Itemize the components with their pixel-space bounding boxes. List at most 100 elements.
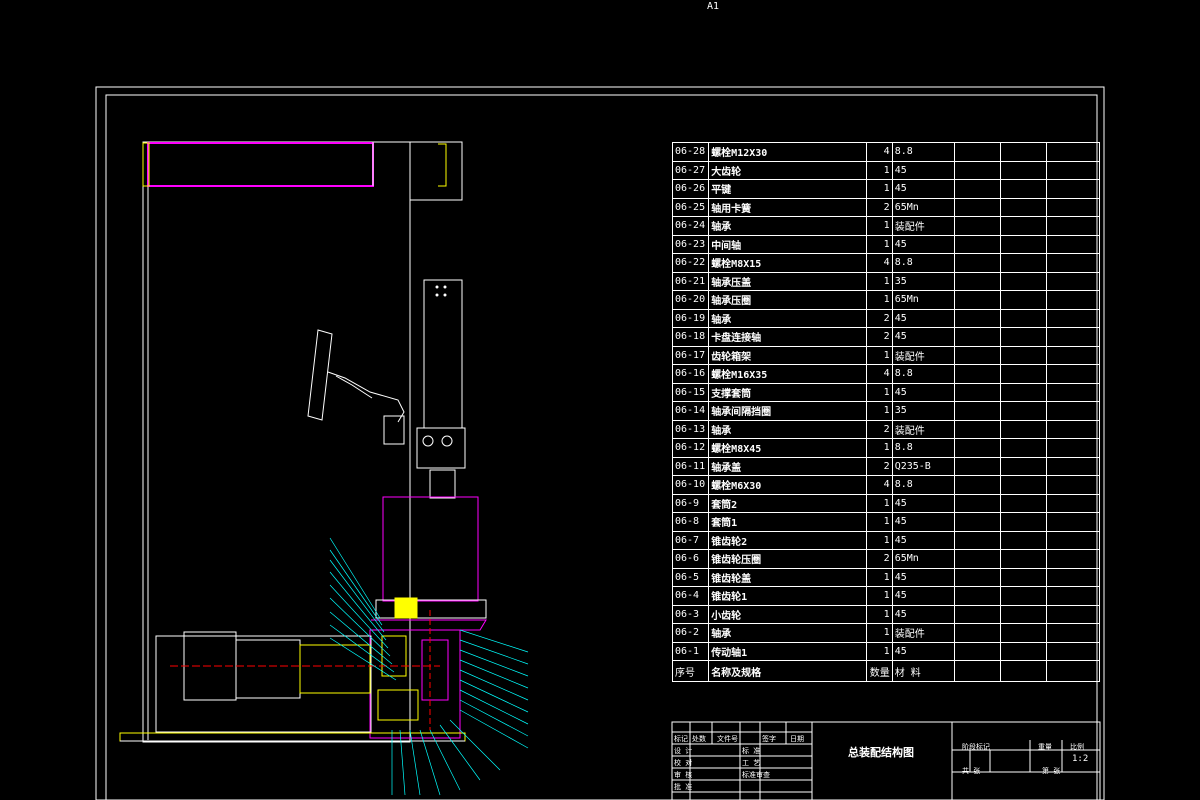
- bom-cell-empty: [953, 160, 1001, 180]
- tb-label-date: 日期: [790, 735, 804, 743]
- drawing-title: 总装配结构图: [848, 746, 914, 759]
- bom-row: 06-1 传动轴1 1 45: [671, 641, 1100, 661]
- bom-cell-code: 06-7: [671, 530, 710, 550]
- bom-cell-empty: [953, 271, 1001, 291]
- bom-cell-name: 小齿轮: [708, 604, 867, 624]
- bom-cell-code: 06-15: [671, 382, 710, 402]
- bom-cell-name: 轴承盖: [708, 456, 867, 476]
- tb-label-process: 工 艺: [742, 759, 761, 767]
- bom-cell-name: 螺栓M16X35: [708, 364, 867, 384]
- bom-row: 06-15 支撑套筒 1 45: [671, 382, 1100, 402]
- tb-label-sign: 签字: [762, 735, 776, 743]
- bom-cell-empty: [953, 179, 1001, 199]
- bom-row: 06-2 轴承 1 装配件: [671, 623, 1100, 643]
- bom-row: 06-20 轴承压圈 1 65Mn: [671, 290, 1100, 310]
- bom-row: 06-11 轴承盖 2 Q235-B: [671, 456, 1100, 476]
- bom-cell-name: 轴用卡簧: [708, 197, 867, 217]
- bom-cell-empty: [999, 197, 1048, 217]
- bom-cell-empty: [999, 234, 1048, 254]
- bom-cell-qty: 1: [865, 567, 893, 587]
- bom-cell-code: 06-4: [671, 586, 710, 606]
- bom-cell-code: 06-27: [671, 160, 710, 180]
- bom-cell-qty: 1: [865, 234, 893, 254]
- bom-cell-empty: [1046, 364, 1100, 384]
- bom-cell-code: 06-25: [671, 197, 710, 217]
- tb-label-approve: 审 核: [674, 771, 693, 779]
- bom-cell-empty: [953, 401, 1001, 421]
- tb-label-mark: 标记: [674, 735, 688, 743]
- bom-cell-empty: [1046, 253, 1100, 273]
- bom-header-empty: [1046, 660, 1100, 682]
- bom-row: 06-13 轴承 2 装配件: [671, 419, 1100, 439]
- bom-cell-qty: 2: [865, 308, 893, 328]
- bom-cell-name: 锥齿轮2: [708, 530, 867, 550]
- bom-cell-material: 45: [891, 512, 955, 532]
- tb-label-sheet-no: 第 张: [1042, 767, 1061, 775]
- bom-cell-empty: [1046, 567, 1100, 587]
- bom-cell-qty: 2: [865, 549, 893, 569]
- bom-cell-name: 中间轴: [708, 234, 867, 254]
- bom-cell-name: 轴承压圈: [708, 290, 867, 310]
- bom-row: 06-21 轴承压盖 1 35: [671, 271, 1100, 291]
- bom-cell-code: 06-11: [671, 456, 710, 476]
- bom-cell-name: 轴承: [708, 216, 867, 236]
- bom-cell-empty: [1046, 549, 1100, 569]
- bom-cell-empty: [953, 641, 1001, 661]
- bom-cell-empty: [1046, 290, 1100, 310]
- top-beam: [147, 142, 374, 187]
- bom-cell-code: 06-13: [671, 419, 710, 439]
- bom-row: 06-27 大齿轮 1 45: [671, 160, 1100, 180]
- bom-cell-material: 8.8: [891, 364, 955, 384]
- bom-cell-empty: [953, 142, 1001, 162]
- bom-cell-code: 06-24: [671, 216, 710, 236]
- bom-row: 06-25 轴用卡簧 2 65Mn: [671, 197, 1100, 217]
- bom-cell-empty: [1046, 475, 1100, 495]
- bom-cell-qty: 1: [865, 493, 893, 513]
- bom-cell-name: 螺栓M6X30: [708, 475, 867, 495]
- bom-cell-name: 齿轮箱架: [708, 345, 867, 365]
- bom-cell-empty: [999, 382, 1048, 402]
- bom-cell-material: 装配件: [891, 623, 955, 643]
- bom-cell-empty: [953, 586, 1001, 606]
- bom-cell-empty: [1046, 234, 1100, 254]
- bom-cell-name: 轴承: [708, 419, 867, 439]
- bom-cell-material: 65Mn: [891, 290, 955, 310]
- bom-cell-empty: [1046, 401, 1100, 421]
- bom-header-row: 序号 名称及规格 数量材 料: [671, 660, 1100, 682]
- bom-cell-empty: [953, 345, 1001, 365]
- bom-cell-empty: [953, 216, 1001, 236]
- bom-cell-empty: [1046, 586, 1100, 606]
- bom-cell-empty: [953, 456, 1001, 476]
- bom-cell-qty: 1: [865, 290, 893, 310]
- bom-cell-empty: [1046, 142, 1100, 162]
- bom-cell-empty: [999, 567, 1048, 587]
- bom-cell-qty: 2: [865, 327, 893, 347]
- bom-cell-empty: [1046, 641, 1100, 661]
- bom-cell-material: 45: [891, 586, 955, 606]
- bom-cell-empty: [953, 512, 1001, 532]
- bom-cell-qty: 1: [865, 641, 893, 661]
- tb-label-docno: 文件号: [717, 735, 738, 743]
- bom-cell-empty: [1046, 438, 1100, 458]
- bom-cell-empty: [999, 216, 1048, 236]
- gear-assembly: [369, 629, 461, 739]
- bom-row: 06-26 平键 1 45: [671, 179, 1100, 199]
- tb-label-standard: 标 准: [742, 747, 761, 755]
- bom-cell-empty: [1046, 327, 1100, 347]
- tb-label-stage: 阶段标记: [962, 743, 990, 751]
- bom-cell-qty: 1: [865, 345, 893, 365]
- bom-cell-empty: [999, 419, 1048, 439]
- bom-cell-material: 65Mn: [891, 549, 955, 569]
- bom-cell-code: 06-3: [671, 604, 710, 624]
- scale-value: 1:2: [1072, 754, 1089, 764]
- bom-cell-name: 螺栓M12X30: [708, 142, 867, 162]
- bom-cell-empty: [953, 530, 1001, 550]
- tb-label-weight: 重量: [1038, 743, 1052, 751]
- bom-cell-empty: [953, 419, 1001, 439]
- bom-cell-code: 06-22: [671, 253, 710, 273]
- bom-row: 06-6 锥齿轮压圈 2 65Mn: [671, 549, 1100, 569]
- bom-row: 06-8 套筒1 1 45: [671, 512, 1100, 532]
- bom-cell-material: 8.8: [891, 253, 955, 273]
- bom-row: 06-10 螺栓M6X30 4 8.8: [671, 475, 1100, 495]
- bom-cell-material: 45: [891, 179, 955, 199]
